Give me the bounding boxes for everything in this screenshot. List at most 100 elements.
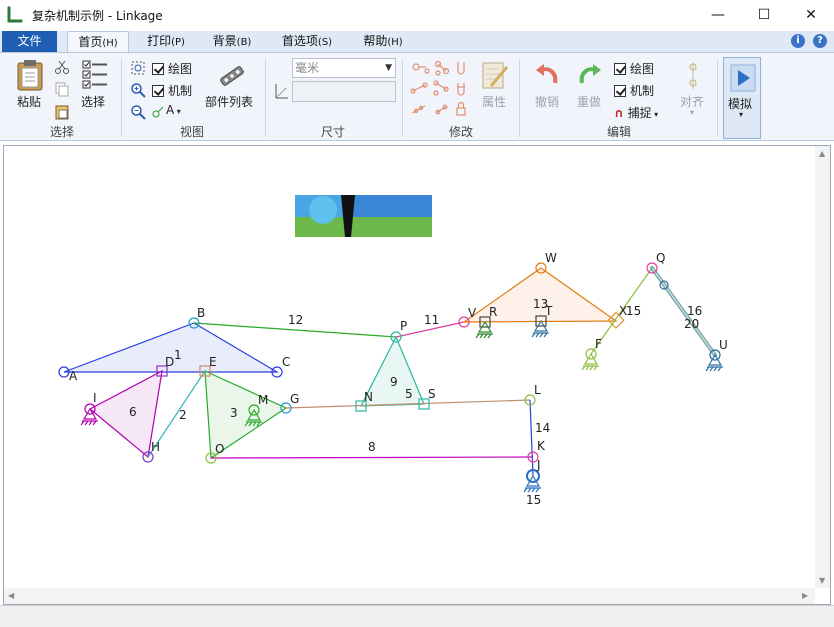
group-label-modify: 修改	[449, 125, 474, 139]
tab-help-label: 帮助	[363, 34, 388, 48]
copy-icon[interactable]	[54, 81, 70, 97]
maximize-button[interactable]: ☐	[741, 0, 787, 31]
units-dropdown[interactable]: 毫米 ▼	[292, 58, 396, 78]
undo-button[interactable]: 撤销	[535, 93, 559, 110]
status-bar	[0, 605, 834, 627]
play-icon	[730, 64, 756, 92]
label-e: E	[209, 355, 217, 369]
tab-print-key: (P)	[171, 37, 185, 48]
tab-home[interactable]: 首页(H)	[67, 31, 129, 52]
link-label-1: 1	[174, 348, 182, 362]
minimize-icon: —	[711, 7, 725, 23]
zoom-in-icon[interactable]	[130, 82, 146, 98]
paste-button[interactable]: 粘贴	[17, 93, 41, 110]
units-value: 毫米	[295, 61, 320, 75]
chevron-down-icon: ▾	[739, 110, 744, 119]
edit-drawing-checkbox[interactable]: 绘图	[614, 60, 654, 77]
snap-dropdown[interactable]: ∩ 捕捉 ▾	[614, 104, 658, 121]
close-button[interactable]: ✕	[788, 0, 834, 31]
label-m: M	[258, 393, 268, 407]
scroll-left-icon[interactable]: ◀	[8, 591, 14, 600]
link-14[interactable]	[529, 399, 534, 477]
drawing-canvas[interactable]: A B C D E F G H I J K L M N O P Q R S T	[3, 145, 831, 605]
simulate-button[interactable]: 模拟 ▾	[723, 57, 761, 139]
fit-view-icon[interactable]	[130, 60, 146, 76]
font-style-icon: A	[166, 103, 175, 117]
background-image	[295, 195, 432, 237]
label-w: W	[545, 251, 557, 265]
label-d: D	[165, 355, 174, 369]
link-label-12: 12	[288, 313, 303, 327]
redo-button[interactable]: 重做	[577, 93, 601, 110]
tab-preferences[interactable]: 首选项(S)	[274, 31, 340, 52]
undo-icon	[536, 64, 558, 84]
group-label-select: 选择	[50, 125, 75, 139]
edit-mechanism-label: 机制	[630, 84, 655, 98]
vertical-scrollbar[interactable]: ▲ ▼	[815, 146, 830, 588]
link-label-16: 16	[687, 304, 702, 318]
redo-icon	[579, 64, 601, 84]
checked-icon	[152, 63, 164, 75]
label-n: N	[364, 390, 373, 404]
properties-button[interactable]: 属性	[482, 93, 506, 110]
link-13[interactable]	[462, 267, 618, 323]
modify-tools-icons[interactable]	[410, 59, 474, 123]
info-icon[interactable]: i	[791, 34, 805, 48]
tab-help[interactable]: 帮助(H)	[355, 31, 411, 52]
parts-list-button[interactable]: 部件列表	[205, 93, 253, 110]
parts-list-icon	[220, 66, 244, 86]
anchor-u-icon	[705, 353, 723, 372]
label-u: U	[719, 338, 728, 352]
link-label-5: 5	[405, 387, 413, 401]
label-h: H	[151, 440, 160, 454]
horizontal-scrollbar[interactable]: ◀ ▶	[4, 588, 815, 604]
select-button[interactable]: 选择	[81, 93, 105, 110]
group-separator	[402, 59, 403, 137]
link-label-2: 2	[179, 408, 187, 422]
connector-style-icon[interactable]	[152, 104, 164, 118]
mechanism-drawing[interactable]: A B C D E F G H I J K L M N O P Q R S T	[4, 146, 815, 588]
font-style-button[interactable]: A ▾	[166, 103, 181, 117]
link-8[interactable]	[210, 456, 534, 459]
view-mechanism-label: 机制	[168, 84, 193, 98]
tab-home-key: (H)	[102, 38, 118, 49]
view-mechanism-checkbox[interactable]: 机制	[152, 82, 192, 99]
view-drawing-checkbox[interactable]: 绘图	[152, 60, 192, 77]
label-k: K	[537, 439, 546, 453]
tab-home-label: 首页	[78, 35, 103, 49]
label-o: O	[215, 442, 224, 456]
link-label-13: 13	[533, 297, 548, 311]
label-r: R	[489, 305, 497, 319]
cut-icon[interactable]	[54, 59, 70, 75]
label-l: L	[534, 383, 541, 397]
help-icon[interactable]: ?	[813, 34, 827, 48]
edit-mechanism-checkbox[interactable]: 机制	[614, 82, 654, 99]
link-label-15-lower: 15	[526, 493, 541, 507]
group-separator	[121, 59, 122, 137]
tab-background[interactable]: 背景(B)	[206, 31, 258, 52]
chevron-down-icon: ▼	[385, 63, 392, 73]
paste-special-icon[interactable]	[54, 104, 70, 120]
tab-print[interactable]: 打印(P)	[140, 31, 192, 52]
file-tab[interactable]: 文件	[2, 31, 57, 52]
zoom-out-icon[interactable]	[130, 104, 146, 120]
window-title: 复杂机制示例 - Linkage	[32, 9, 163, 23]
tab-print-label: 打印	[147, 34, 172, 48]
group-separator	[519, 59, 520, 137]
link-label-3: 3	[230, 406, 238, 420]
align-dropdown-icon[interactable]: ▾	[690, 108, 694, 117]
link-label-11: 11	[424, 313, 439, 327]
scroll-down-icon[interactable]: ▼	[819, 576, 825, 585]
label-g: G	[290, 392, 299, 406]
minimize-button[interactable]: —	[695, 0, 741, 31]
group-label-edit: 编辑	[607, 125, 632, 139]
scroll-up-icon[interactable]: ▲	[819, 149, 825, 158]
link-label-6: 6	[129, 405, 137, 419]
scroll-right-icon[interactable]: ▶	[802, 591, 808, 600]
maximize-icon: ☐	[757, 7, 771, 23]
dimension-input[interactable]	[292, 81, 396, 102]
ribbon-panel: 粘贴 选择 选择 绘图 机制 A ▾ 部件列表 视图 毫米 ▼ 尺寸 属性 修改…	[0, 52, 834, 141]
tab-preferences-label: 首选项	[281, 34, 318, 48]
checked-icon	[614, 63, 626, 75]
tab-background-label: 背景	[212, 34, 237, 48]
